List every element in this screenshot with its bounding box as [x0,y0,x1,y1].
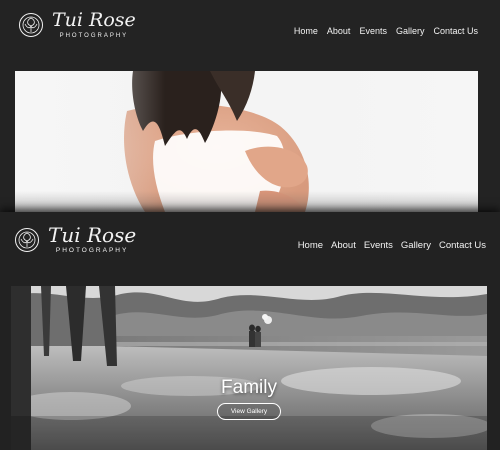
site-header: Tui Rose PHOTOGRAPHY Home About Events G… [0,0,500,62]
main-nav-2: Home About Events Gallery Contact Us [298,240,486,251]
rose-logo-icon [15,227,39,252]
hero-slide-family: Family View Gallery [11,286,487,450]
family-photo [11,286,487,450]
main-nav: Home About Events Gallery Contact Us [294,26,478,36]
nav-gallery[interactable]: Gallery [396,26,425,36]
site-header-2: Tui Rose PHOTOGRAPHY Home About Events G… [0,212,500,278]
portrait-photo [15,71,478,212]
nav-events[interactable]: Events [359,26,387,36]
nav-contact[interactable]: Contact Us [433,26,478,36]
brand-name: Tui Rose [52,9,136,31]
second-page-view: Tui Rose PHOTOGRAPHY Home About Events G… [0,212,500,450]
site-logo[interactable]: Tui Rose PHOTOGRAPHY [18,11,136,39]
rose-logo-icon [19,13,43,37]
nav-about[interactable]: About [327,26,351,36]
nav-gallery[interactable]: Gallery [401,240,431,251]
brand-name: Tui Rose [48,223,137,247]
site-logo-2[interactable]: Tui Rose PHOTOGRAPHY [14,225,136,255]
brand-tagline: PHOTOGRAPHY [55,247,129,254]
nav-home[interactable]: Home [298,240,323,251]
brand-tagline: PHOTOGRAPHY [59,33,129,39]
nav-home[interactable]: Home [294,26,318,36]
nav-contact[interactable]: Contact Us [439,240,486,251]
nav-about[interactable]: About [331,240,356,251]
hero-title: Family [221,377,277,398]
nav-events[interactable]: Events [364,240,393,251]
hero-image-portrait [15,71,478,212]
view-gallery-button[interactable]: View Gallery [217,403,281,420]
